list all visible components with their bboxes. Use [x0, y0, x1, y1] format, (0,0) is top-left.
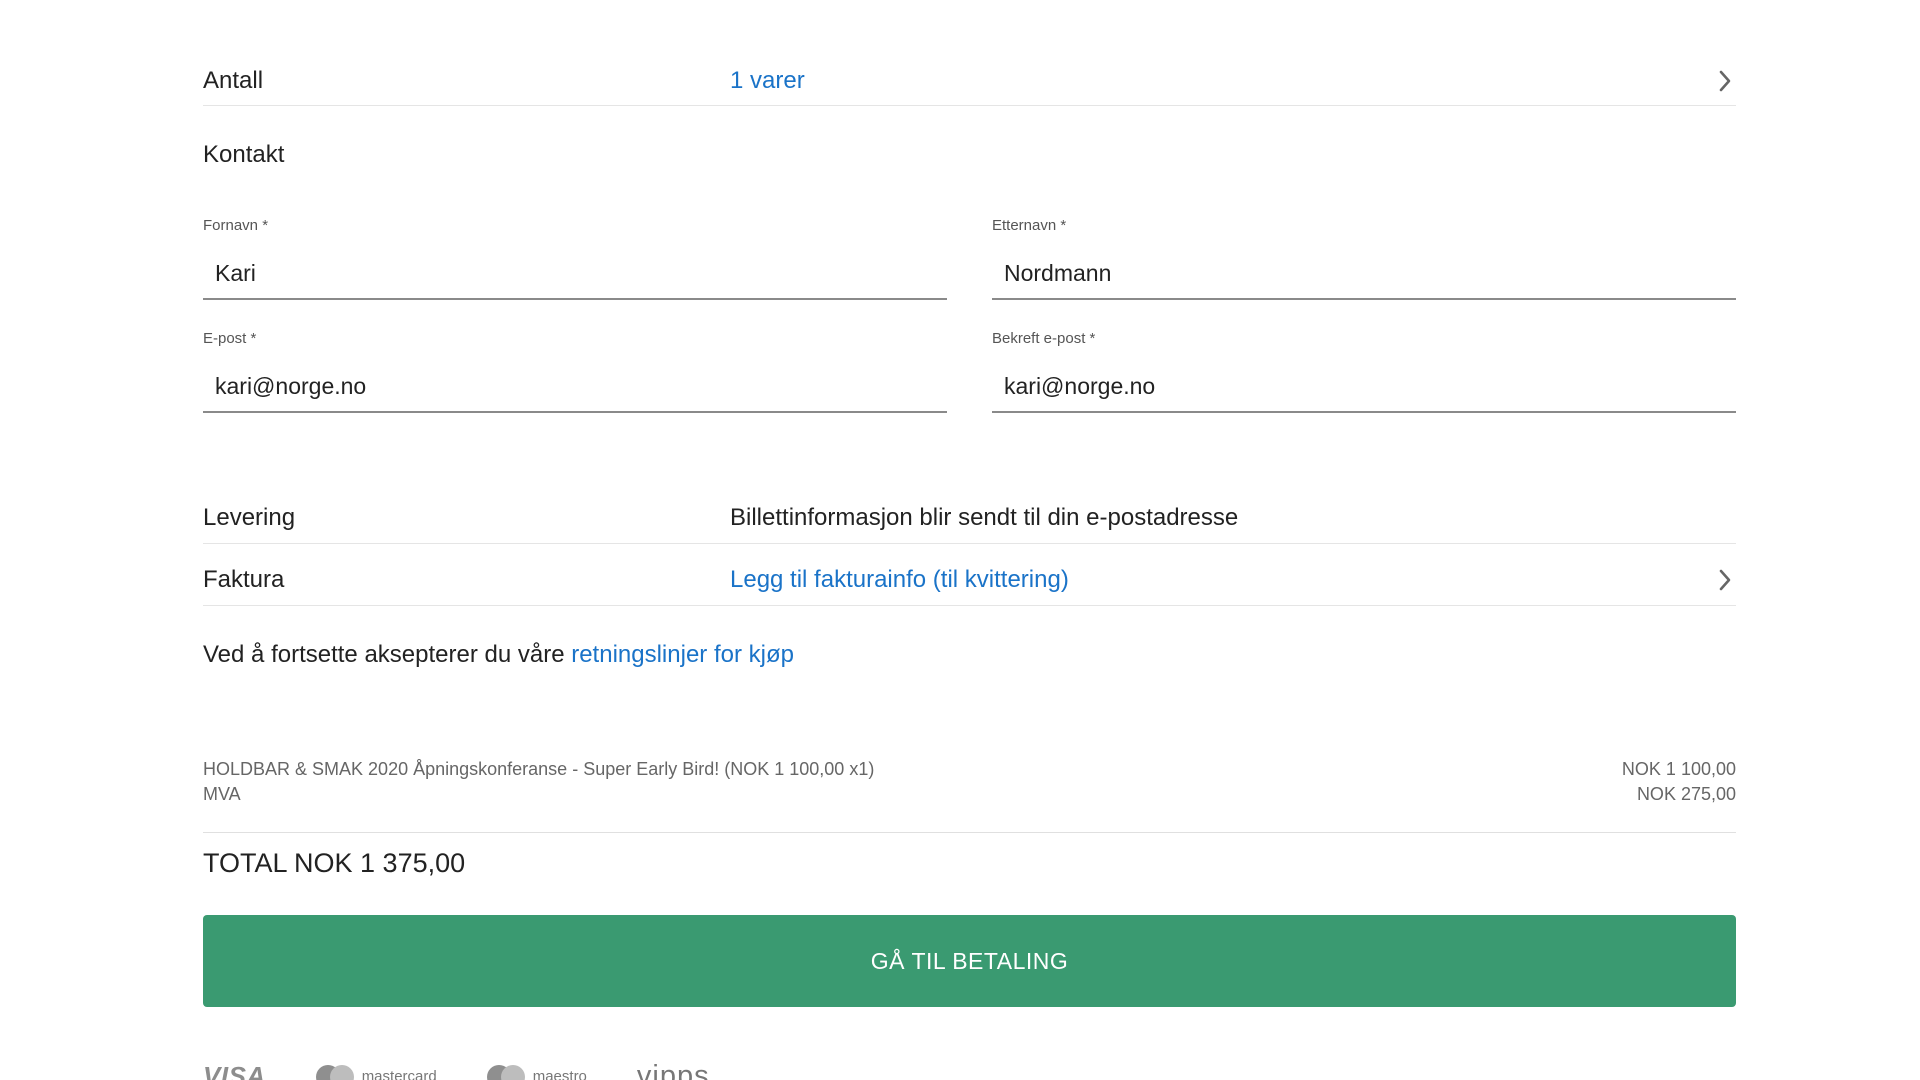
last-name-field: Etternavn * Nordmann: [992, 217, 1736, 300]
terms-prefix: Ved å fortsette aksepterer du våre: [203, 641, 565, 668]
last-name-label: Etternavn *: [992, 217, 1067, 234]
invoice-link[interactable]: Legg til fakturainfo (til kvittering): [730, 566, 1714, 594]
invoice-row[interactable]: Faktura Legg til fakturainfo (til kvitte…: [203, 554, 1736, 606]
quantity-label: Antall: [203, 66, 264, 94]
summary-item-amount: NOK 1 100,00: [1621, 759, 1736, 779]
vipps-logo: vipps: [636, 1060, 710, 1080]
summary-item-description: MVA: [203, 784, 241, 804]
chevron-right-icon[interactable]: [1714, 569, 1736, 591]
maestro-label: maestro: [532, 1068, 587, 1080]
go-to-payment-button[interactable]: GÅ TIL BETALING: [203, 915, 1736, 1007]
quantity-row[interactable]: Antall 1 varer: [203, 56, 1736, 106]
first-name-input[interactable]: Kari: [203, 248, 947, 300]
first-name-field: Fornavn * Kari: [203, 217, 947, 300]
mastercard-icon: [315, 1064, 354, 1080]
email-label: E-post *: [203, 330, 257, 347]
last-name-input[interactable]: Nordmann: [992, 248, 1736, 300]
confirm-email-input[interactable]: kari@norge.no: [992, 361, 1736, 413]
mastercard-logo: mastercard: [315, 1064, 437, 1080]
maestro-icon: [486, 1064, 525, 1080]
contact-section-title: Kontakt: [203, 141, 285, 168]
summary-line: MVA NOK 275,00: [203, 782, 1736, 807]
first-name-label: Fornavn *: [203, 217, 269, 234]
summary-item-description: HOLDBAR & SMAK 2020 Åpningskonferanse - …: [203, 759, 875, 779]
payment-logos: VISA mastercard maestro vipps: [203, 1060, 710, 1080]
delivery-value: Billettinformasjon blir sendt til din e-…: [730, 503, 1239, 531]
delivery-row: Levering Billettinformasjon blir sendt t…: [203, 492, 1736, 544]
email-input[interactable]: kari@norge.no: [203, 361, 947, 413]
delivery-label: Levering: [203, 503, 296, 531]
purchase-terms-link[interactable]: retningslinjer for kjøp: [571, 641, 794, 668]
terms-text: Ved å fortsette aksepterer du våre retni…: [203, 641, 794, 669]
visa-logo: VISA: [203, 1061, 266, 1080]
order-summary: HOLDBAR & SMAK 2020 Åpningskonferanse - …: [203, 757, 1736, 833]
summary-item-amount: NOK 275,00: [1636, 784, 1736, 804]
confirm-email-label: Bekreft e-post *: [992, 330, 1096, 347]
quantity-value[interactable]: 1 varer: [730, 67, 1714, 95]
order-total: TOTAL NOK 1 375,00: [203, 848, 466, 878]
mastercard-label: mastercard: [361, 1068, 437, 1080]
confirm-email-field: Bekreft e-post * kari@norge.no: [992, 330, 1736, 413]
chevron-right-icon[interactable]: [1714, 70, 1736, 92]
email-field: E-post * kari@norge.no: [203, 330, 947, 413]
summary-line: HOLDBAR & SMAK 2020 Åpningskonferanse - …: [203, 757, 1736, 782]
invoice-label: Faktura: [203, 565, 285, 593]
maestro-logo: maestro: [486, 1064, 587, 1080]
